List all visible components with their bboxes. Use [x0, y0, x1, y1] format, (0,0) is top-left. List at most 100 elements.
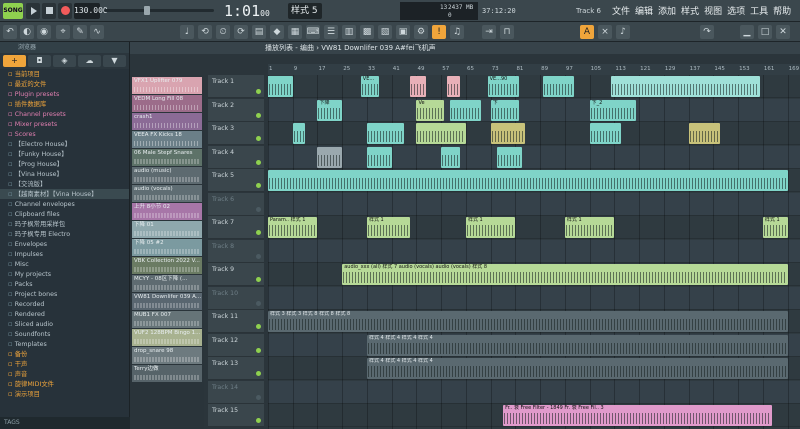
- playlist-clip[interactable]: Param.. 样式 1: [268, 217, 318, 238]
- grid-icon[interactable]: ▦: [288, 25, 302, 39]
- playlist-clip[interactable]: [268, 170, 788, 191]
- menu-tools[interactable]: 工具: [750, 4, 768, 17]
- picker-item[interactable]: VFX1 Uplifter 079: [132, 77, 202, 94]
- playlist-clip[interactable]: 下降: [317, 99, 343, 121]
- menu-add[interactable]: 添加: [658, 4, 676, 17]
- browser-item[interactable]: Scores: [0, 129, 129, 139]
- picker-item[interactable]: 06 Male Stepf Snares: [132, 149, 202, 166]
- play-button[interactable]: [26, 3, 40, 19]
- browser-item[interactable]: Recorded: [0, 299, 129, 309]
- picker-item[interactable]: audio (vocals): [132, 185, 202, 202]
- pattern-selector[interactable]: 样式 5: [288, 3, 322, 19]
- close-icon[interactable]: ✕: [776, 25, 790, 39]
- playlist-clip[interactable]: [589, 123, 621, 144]
- browser-item[interactable]: Channel presets: [0, 109, 129, 119]
- mute-icon[interactable]: ×: [598, 25, 612, 39]
- browser-item[interactable]: 当前项目: [0, 69, 129, 79]
- track-header[interactable]: Track 11: [208, 310, 264, 333]
- playlist-clip[interactable]: 下_2: [589, 99, 637, 121]
- browser-item[interactable]: Impulses: [0, 249, 129, 259]
- browser-item[interactable]: 干声: [0, 359, 129, 369]
- dial-icon[interactable]: ◉: [37, 25, 51, 39]
- track-lane[interactable]: [268, 192, 800, 216]
- browser-item[interactable]: 演示项目: [0, 389, 129, 399]
- snap-icon[interactable]: ⌖: [56, 25, 70, 39]
- playlist-clip[interactable]: 样式 1: [762, 217, 788, 238]
- song-mode-badge[interactable]: SONG: [3, 3, 23, 19]
- browser-item[interactable]: 玛子枫专用 Electro: [0, 229, 129, 239]
- track-header[interactable]: Track 1: [208, 75, 264, 98]
- picker-item[interactable]: audio (music): [132, 167, 202, 184]
- track-header[interactable]: Track 5: [208, 169, 264, 192]
- browser-item[interactable]: 备份: [0, 349, 129, 359]
- browser-item[interactable]: 【Funky House】: [0, 149, 129, 159]
- plugin-icon[interactable]: ⚙: [414, 25, 428, 39]
- browser-tab-more[interactable]: ▼: [103, 55, 126, 67]
- stop-button[interactable]: [42, 3, 56, 19]
- playlist-clip[interactable]: [447, 76, 460, 97]
- undo-icon[interactable]: ↶: [3, 25, 17, 39]
- playlist-clip[interactable]: 下: [490, 99, 519, 121]
- redo-icon[interactable]: ↷: [700, 25, 714, 39]
- track-header[interactable]: Track 12: [208, 333, 264, 357]
- browser-icon[interactable]: ▣: [396, 25, 410, 39]
- loop-icon[interactable]: ⟳: [234, 25, 248, 39]
- track-header[interactable]: Track 6: [208, 192, 264, 216]
- track-lane[interactable]: [268, 380, 800, 404]
- browser-item[interactable]: Channel envelopes: [0, 199, 129, 209]
- playlist-clip[interactable]: [611, 76, 760, 97]
- browser-item[interactable]: 旋律MIDI文件: [0, 379, 129, 389]
- menu-options[interactable]: 选项: [727, 4, 745, 17]
- channel-rack-icon[interactable]: ▥: [342, 25, 356, 39]
- playlist-clip[interactable]: 样式 4 样式 4 样式 4 样式 4: [366, 334, 788, 356]
- track-lane[interactable]: [268, 216, 800, 239]
- metronome-icon[interactable]: ♩: [180, 25, 194, 39]
- playlist-clip[interactable]: VE...: [360, 76, 380, 97]
- track-header[interactable]: Track 14: [208, 380, 264, 404]
- picker-item[interactable]: drop_snare 98: [132, 347, 202, 364]
- countdown-icon[interactable]: ⏲: [216, 25, 230, 39]
- record-button[interactable]: [58, 3, 72, 19]
- playlist-clip[interactable]: 样式 1: [564, 217, 615, 238]
- blend-icon[interactable]: ◆: [270, 25, 284, 39]
- browser-item[interactable]: Templates: [0, 339, 129, 349]
- browser-item[interactable]: Plugin presets: [0, 89, 129, 99]
- browser-item[interactable]: Mixer presets: [0, 119, 129, 129]
- track-header[interactable]: Track 3: [208, 122, 264, 145]
- browser-tab-plugins[interactable]: ◈: [53, 55, 76, 67]
- playlist-clip[interactable]: 样式 1: [366, 217, 411, 238]
- picker-item[interactable]: 上升 8小节 02: [132, 203, 202, 220]
- browser-item[interactable]: 玛子枫常用采样包: [0, 219, 129, 229]
- browser-tab-cloud[interactable]: ☁: [78, 55, 101, 67]
- playlist-clip[interactable]: [496, 146, 522, 168]
- minimize-icon[interactable]: ▁: [740, 25, 754, 39]
- playlist-clip[interactable]: [416, 123, 466, 144]
- meter-icon[interactable]: ◐: [20, 25, 34, 39]
- browser-item[interactable]: 【Prog House】: [0, 159, 129, 169]
- playlist-clip[interactable]: 样式 3 样式 3 样式 8 样式 8 样式 8: [268, 311, 788, 332]
- browser-item[interactable]: 最近的文件: [0, 79, 129, 89]
- browser-item[interactable]: Envelopes: [0, 239, 129, 249]
- mixer-icon[interactable]: ☰: [324, 25, 338, 39]
- maximize-icon[interactable]: □: [758, 25, 772, 39]
- browser-item[interactable]: 【越南素材】【Vina House】: [0, 189, 129, 199]
- track-lane[interactable]: [268, 122, 800, 145]
- picker-item[interactable]: VEEA FX Kicks 18: [132, 131, 202, 148]
- playlist-clip[interactable]: [543, 76, 575, 97]
- speaker-icon[interactable]: ♪: [616, 25, 630, 39]
- pencil-icon[interactable]: ✎: [73, 25, 87, 39]
- picker-item[interactable]: 下降 01: [132, 221, 202, 238]
- master-pitch-slider[interactable]: [104, 6, 214, 15]
- track-header[interactable]: Track 8: [208, 239, 264, 263]
- playlist-clip[interactable]: [441, 146, 460, 168]
- browser-item[interactable]: Packs: [0, 279, 129, 289]
- track-header[interactable]: Track 7: [208, 216, 264, 239]
- track-lane[interactable]: [268, 145, 800, 169]
- picker-item[interactable]: 下降 05 #2: [132, 239, 202, 256]
- playlist-clip[interactable]: audio_xxx (all) 样式 7 audio (vocals) audi…: [342, 264, 788, 285]
- menu-patterns[interactable]: 样式: [681, 4, 699, 17]
- playlist-clip[interactable]: Fr.. 衰 Free Filter - 1849 Fr. 衰 Free Fil…: [503, 405, 773, 426]
- browser-item[interactable]: 插件数据库: [0, 99, 129, 109]
- browser-item[interactable]: 【Vina House】: [0, 169, 129, 179]
- keyboard-icon[interactable]: ⌨: [306, 25, 320, 39]
